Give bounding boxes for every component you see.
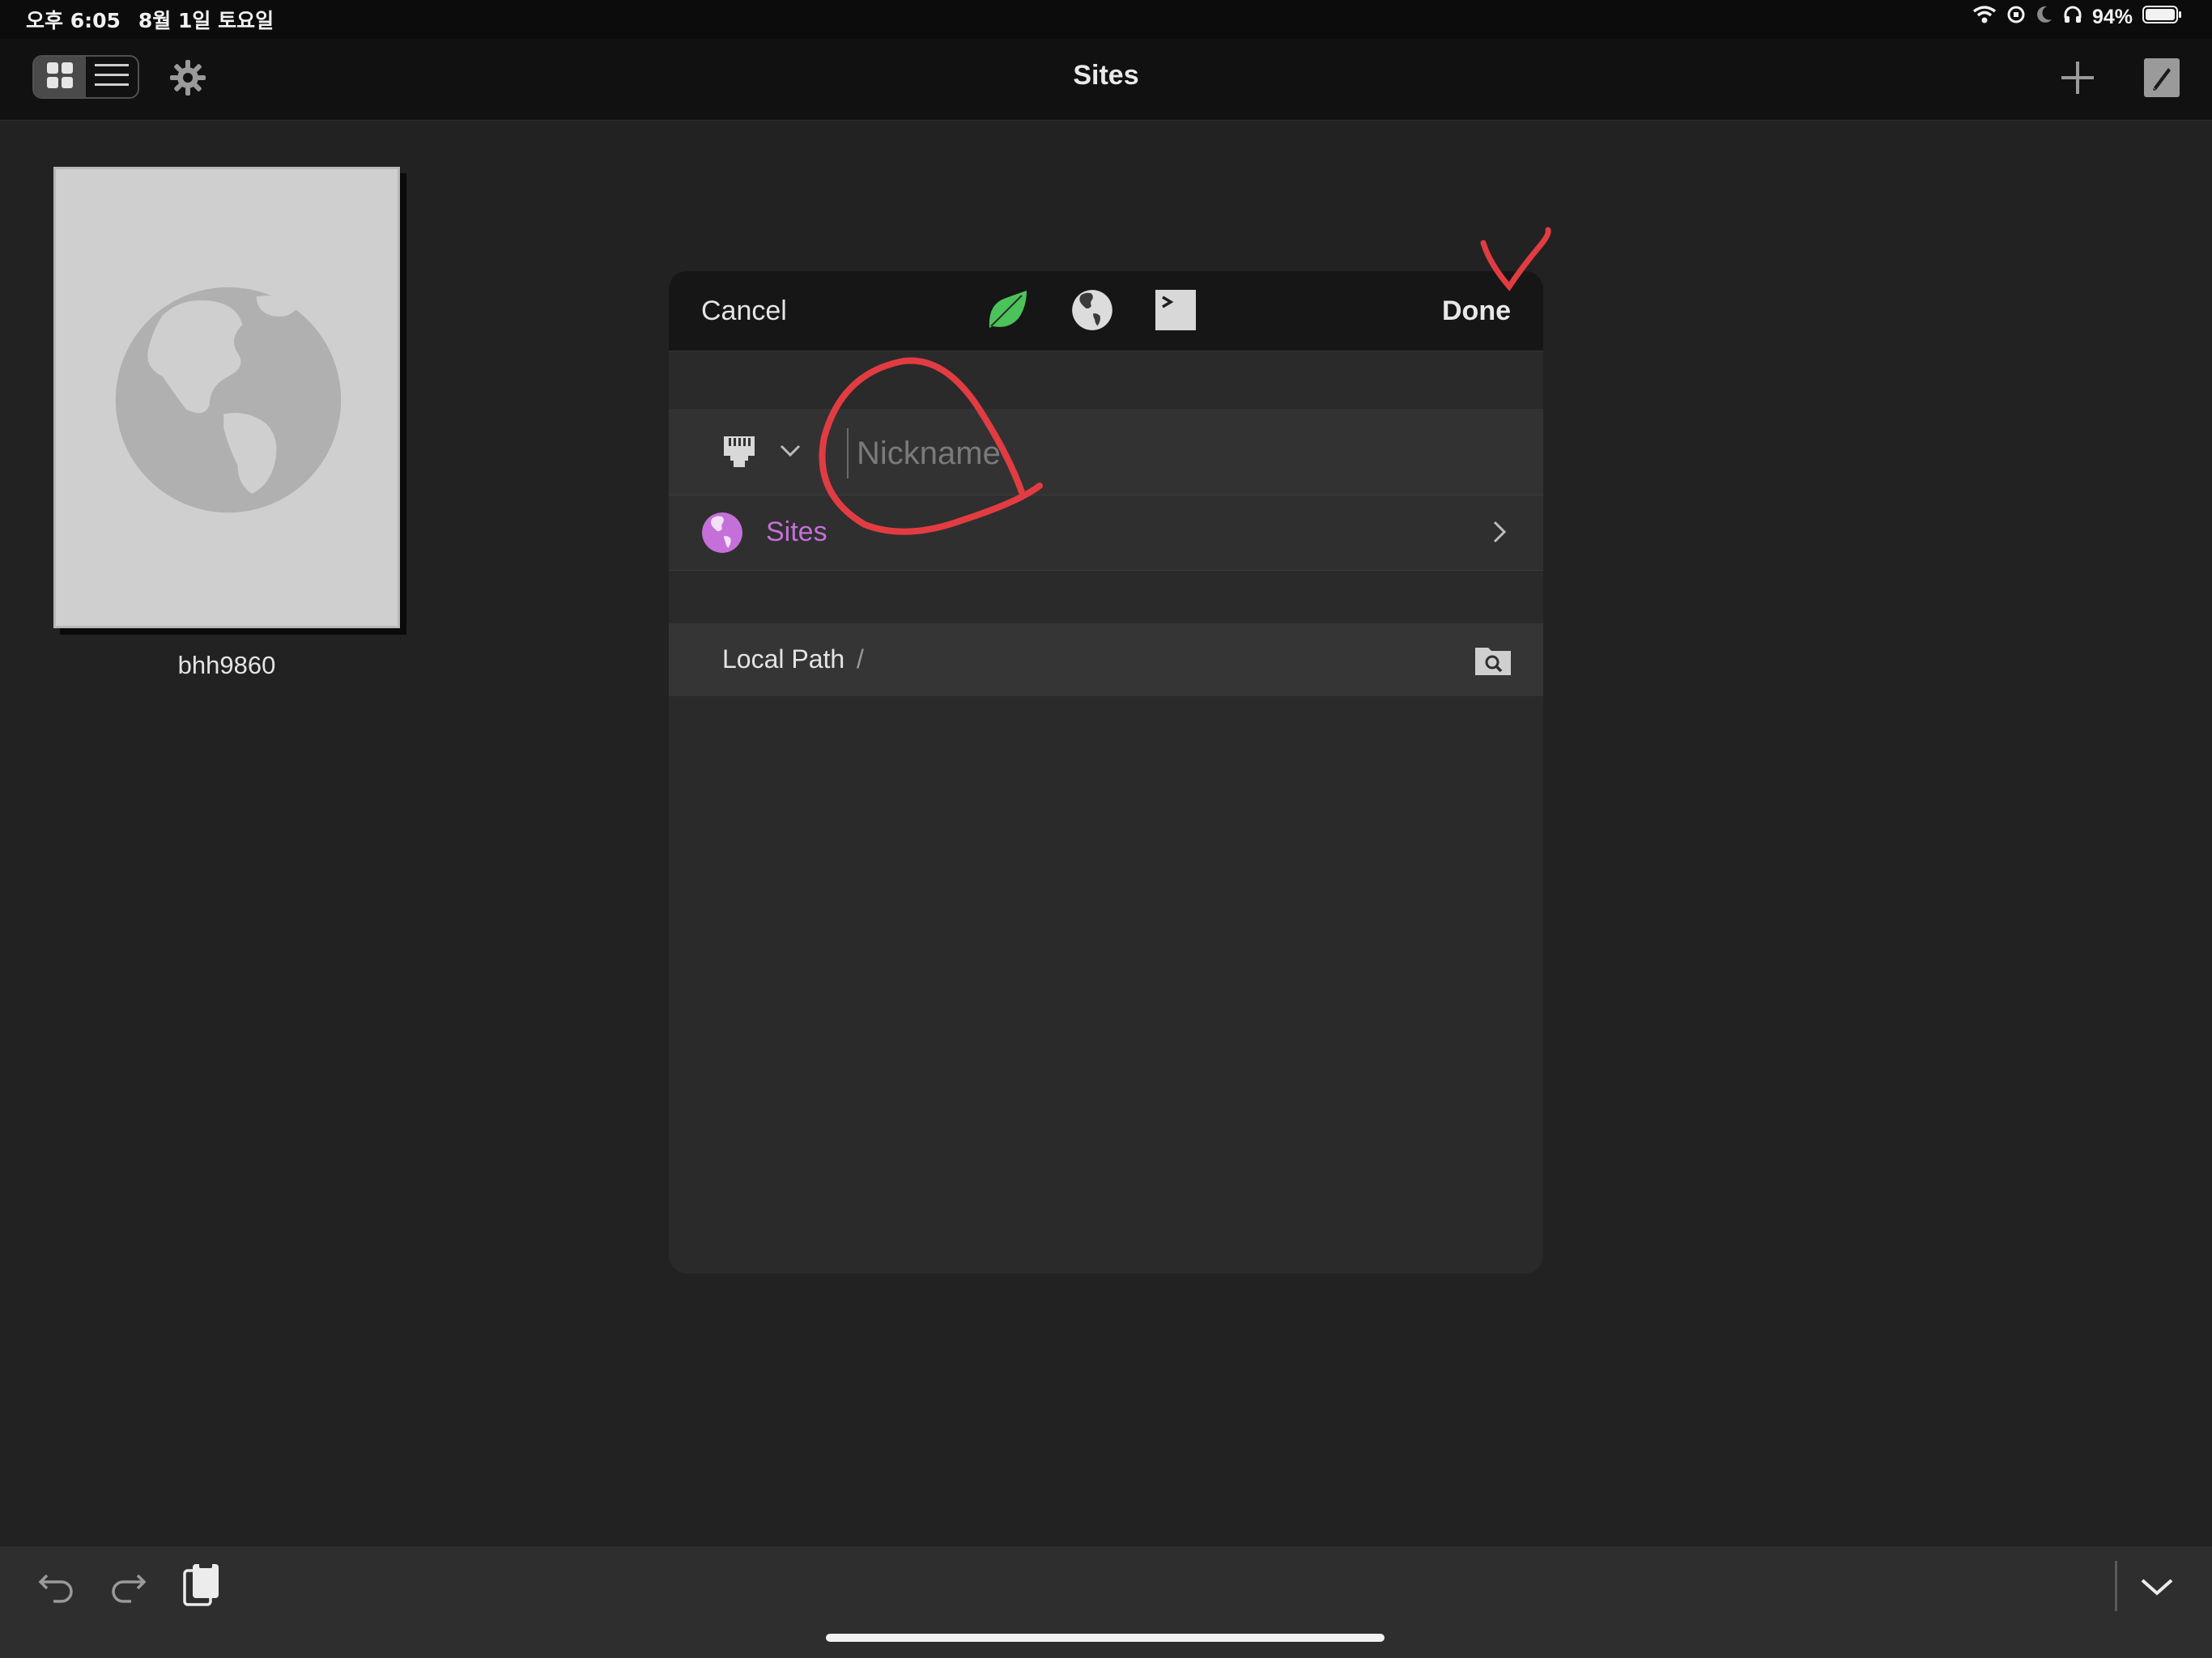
folder-search-icon[interactable] bbox=[1474, 643, 1512, 681]
status-time-date: 오후 6:05 8월 1일 토요일 bbox=[26, 5, 291, 34]
leaf-icon[interactable] bbox=[985, 287, 1030, 337]
chevron-down-icon[interactable] bbox=[779, 443, 802, 463]
edit-button[interactable] bbox=[2142, 57, 2181, 103]
local-path-label: Local Path bbox=[722, 644, 845, 674]
status-bar: 오후 6:05 8월 1일 토요일 94% bbox=[0, 0, 2212, 39]
nickname-input[interactable] bbox=[847, 428, 1506, 478]
site-tile-label: bhh9860 bbox=[177, 651, 276, 679]
sites-folder-label: Sites bbox=[766, 517, 827, 547]
chevron-right-icon bbox=[1491, 520, 1508, 548]
status-date: 8월 1일 토요일 bbox=[138, 9, 274, 32]
battery-percent: 94% bbox=[2091, 6, 2133, 28]
nickname-row bbox=[669, 409, 1543, 495]
done-button[interactable]: Done bbox=[1442, 295, 1511, 327]
undo-icon[interactable] bbox=[37, 1566, 76, 1609]
dialog-header: Cancel Done bbox=[669, 271, 1543, 351]
moon-icon bbox=[2035, 5, 2053, 30]
redo-icon[interactable] bbox=[108, 1566, 147, 1609]
toolbar-divider bbox=[2115, 1561, 2117, 1611]
status-time: 오후 6:05 bbox=[26, 9, 121, 32]
headphones-icon bbox=[2063, 5, 2082, 30]
ethernet-port-icon[interactable] bbox=[722, 435, 756, 473]
local-path-row[interactable]: Local Path / bbox=[669, 623, 1543, 696]
add-site-button[interactable] bbox=[2057, 57, 2099, 103]
pencil-icon bbox=[2142, 58, 2181, 102]
local-path-value: / bbox=[857, 644, 864, 674]
new-site-dialog: Cancel Done Sites bbox=[669, 271, 1543, 1273]
status-indicators: 94% bbox=[1972, 5, 2183, 30]
wifi-icon bbox=[1972, 5, 1997, 30]
globe-icon bbox=[111, 283, 346, 521]
chevron-down-icon[interactable] bbox=[2139, 1575, 2175, 1602]
globe-icon bbox=[701, 512, 743, 558]
globe-icon[interactable] bbox=[1070, 288, 1114, 336]
sites-folder-row[interactable]: Sites bbox=[669, 495, 1543, 571]
site-type-selector bbox=[985, 287, 1197, 337]
cancel-button[interactable]: Cancel bbox=[701, 295, 787, 327]
site-tile[interactable] bbox=[53, 167, 400, 628]
battery-icon bbox=[2142, 5, 2183, 30]
navigation-bar: Sites bbox=[0, 39, 2212, 121]
plus-icon bbox=[2057, 62, 2099, 102]
page-title: Sites bbox=[1073, 60, 1139, 91]
home-indicator bbox=[826, 1634, 1385, 1642]
orientation-lock-icon bbox=[2006, 5, 2026, 30]
terminal-icon[interactable] bbox=[1155, 289, 1197, 335]
paste-icon[interactable] bbox=[181, 1561, 222, 1612]
